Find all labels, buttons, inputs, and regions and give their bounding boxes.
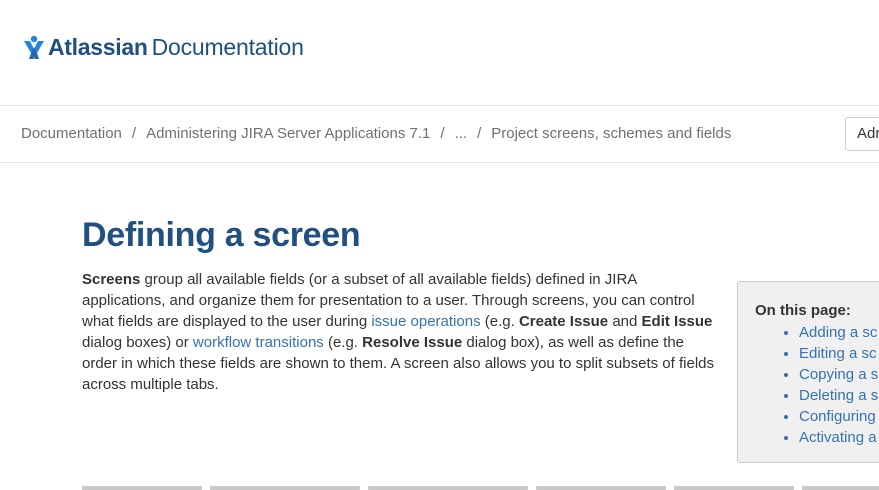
clipped-next-paragraph [82, 482, 879, 490]
breadcrumb-separator: / [477, 125, 482, 142]
toc-item: Copying a s [799, 364, 879, 385]
toc-link-adding-screen[interactable]: Adding a sc [799, 324, 877, 341]
intro-text: (e.g. [323, 334, 363, 351]
intro-bold-resolve-issue: Resolve Issue [362, 334, 463, 351]
toc-link-editing-screen[interactable]: Editing a sc [799, 345, 877, 362]
breadcrumb: Documentation / Administering JIRA Server … [21, 125, 731, 142]
intro-bold-screens: Screens [82, 271, 141, 288]
atlassian-documentation-logo[interactable]: Atlassian Documentation [20, 32, 304, 62]
intro-text: dialog boxes) or [82, 334, 193, 351]
toc-list: Adding a sc Editing a sc Copying a s Del… [755, 322, 879, 448]
toc-link-copying-screen[interactable]: Copying a s [799, 366, 878, 383]
logo-suffix-text: Documentation [151, 33, 304, 60]
toc-title: On this page: [755, 302, 851, 319]
toc-item: Configuring [799, 406, 879, 427]
breadcrumb-bar: Documentation / Administering JIRA Server … [0, 106, 879, 163]
breadcrumb-item-project-screens[interactable]: Project screens, schemes and fields [491, 125, 731, 142]
on-this-page-panel: On this page: Adding a sc Editing a sc C… [737, 281, 879, 463]
intro-text: and [608, 313, 642, 330]
atlassian-logo-icon [24, 35, 44, 59]
toc-item: Editing a sc [799, 343, 879, 364]
site-header: Atlassian Documentation [0, 0, 879, 106]
breadcrumb-item-documentation[interactable]: Documentation [21, 125, 122, 142]
toc-item: Deleting a s [799, 385, 879, 406]
toc-item: Adding a sc [799, 322, 879, 343]
toc-link-configuring[interactable]: Configuring [799, 408, 876, 425]
breadcrumb-separator: / [440, 125, 445, 142]
intro-paragraph: Screens group all available fields (or a… [82, 269, 722, 395]
toc-link-activating[interactable]: Activating a [799, 429, 877, 446]
intro-text: (e.g. [480, 313, 519, 330]
issue-operations-link[interactable]: issue operations [371, 313, 480, 330]
page-title: Defining a screen [82, 216, 361, 254]
breadcrumb-item-ellipsis[interactable]: ... [455, 125, 468, 142]
toc-link-deleting-screen[interactable]: Deleting a s [799, 387, 878, 404]
toc-item: Activating a [799, 427, 879, 448]
breadcrumb-item-administering-jira[interactable]: Administering JIRA Server Applications 7… [146, 125, 430, 142]
intro-bold-create-issue: Create Issue [518, 313, 609, 330]
intro-bold-edit-issue: Edit Issue [641, 313, 713, 330]
breadcrumb-separator: / [131, 125, 137, 142]
admin-button[interactable]: Adr [845, 117, 879, 151]
workflow-transitions-link[interactable]: workflow transitions [193, 334, 324, 351]
logo-brand-text: Atlassian [48, 33, 148, 60]
